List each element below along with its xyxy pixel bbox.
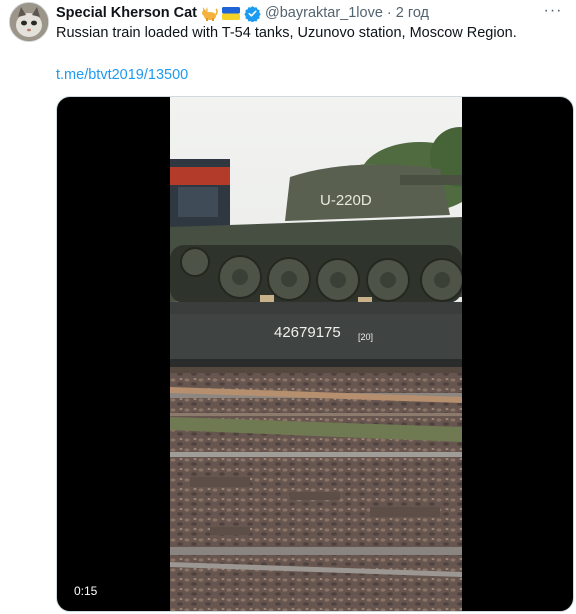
video-frame[interactable]: U-220D 42679175 [20] [170,97,462,611]
tweet-text: Russian train loaded with T-54 tanks, Uz… [56,25,517,41]
verified-badge-icon [244,5,261,22]
wagon-code: [20] [358,332,373,342]
more-options-icon[interactable]: ··· [542,2,564,20]
separator-dot: · [386,5,392,21]
tweet-card[interactable]: Special Kherson Cat @bayraktar_1love · 2… [0,0,576,614]
avatar[interactable] [9,2,49,42]
wagon-number: 42679175 [274,324,341,341]
ukraine-flag-icon [222,6,241,20]
author-name[interactable]: Special Kherson Cat [56,5,197,21]
turret-marking: U-220D [320,192,372,209]
tweet-header: Special Kherson Cat @bayraktar_1love · 2… [56,4,429,22]
video-player[interactable]: U-220D 42679175 [20] 0:15 [56,96,574,612]
tweet-link[interactable]: t.me/btvt2019/13500 [56,67,188,83]
video-duration: 0:15 [68,581,104,601]
author-handle[interactable]: @bayraktar_1love [265,5,383,21]
timestamp[interactable]: 2 год [396,5,429,21]
cat-emoji-icon [201,6,218,21]
